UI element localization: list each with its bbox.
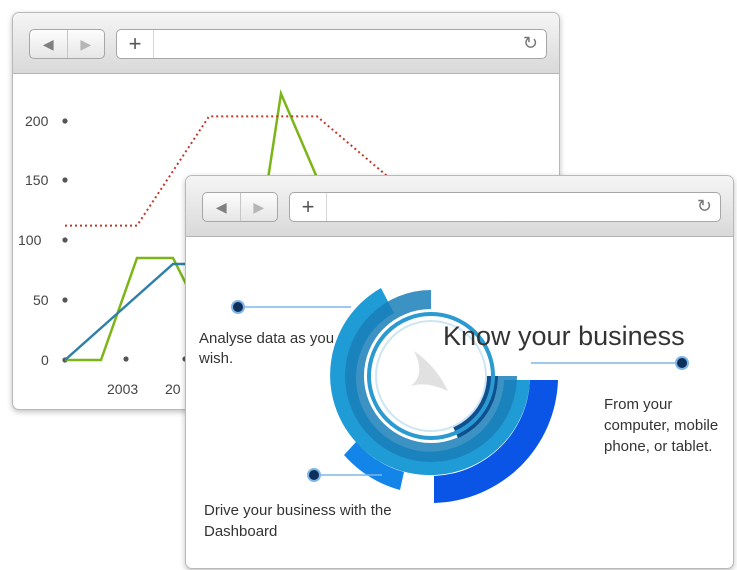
callout-analyse-text: Analyse data as you wish.: [199, 330, 335, 367]
y-tick-label: 100: [18, 232, 42, 248]
y-tick-dot: [62, 297, 68, 303]
y-axis: 200 150 100 50 0: [18, 113, 68, 368]
x-tick-label: 2003: [107, 381, 138, 397]
callout-dot: [307, 468, 321, 482]
callout-dashboard-text: Drive your business with the Dashboard: [204, 502, 392, 540]
y-tick-label: 200: [25, 113, 49, 129]
y-tick-dot: [62, 177, 68, 183]
x-tick-dot: [123, 356, 129, 362]
callout-dot: [675, 356, 689, 370]
x-axis: 2003 20: [107, 356, 188, 397]
callout-devices-text: From your computer, mobile phone, or tab…: [604, 396, 719, 455]
y-tick-dot: [62, 237, 68, 243]
headline: Know your business: [443, 321, 685, 351]
y-tick-dot: [62, 118, 68, 124]
front-browser-window: ◀ ▶ + ↻ Know your business Analyse data …: [185, 175, 734, 569]
x-tick-label: 20: [165, 381, 181, 397]
y-tick-label: 50: [33, 292, 49, 308]
y-tick-label: 0: [41, 352, 49, 368]
callout-dot: [231, 300, 245, 314]
y-tick-label: 150: [25, 172, 49, 188]
